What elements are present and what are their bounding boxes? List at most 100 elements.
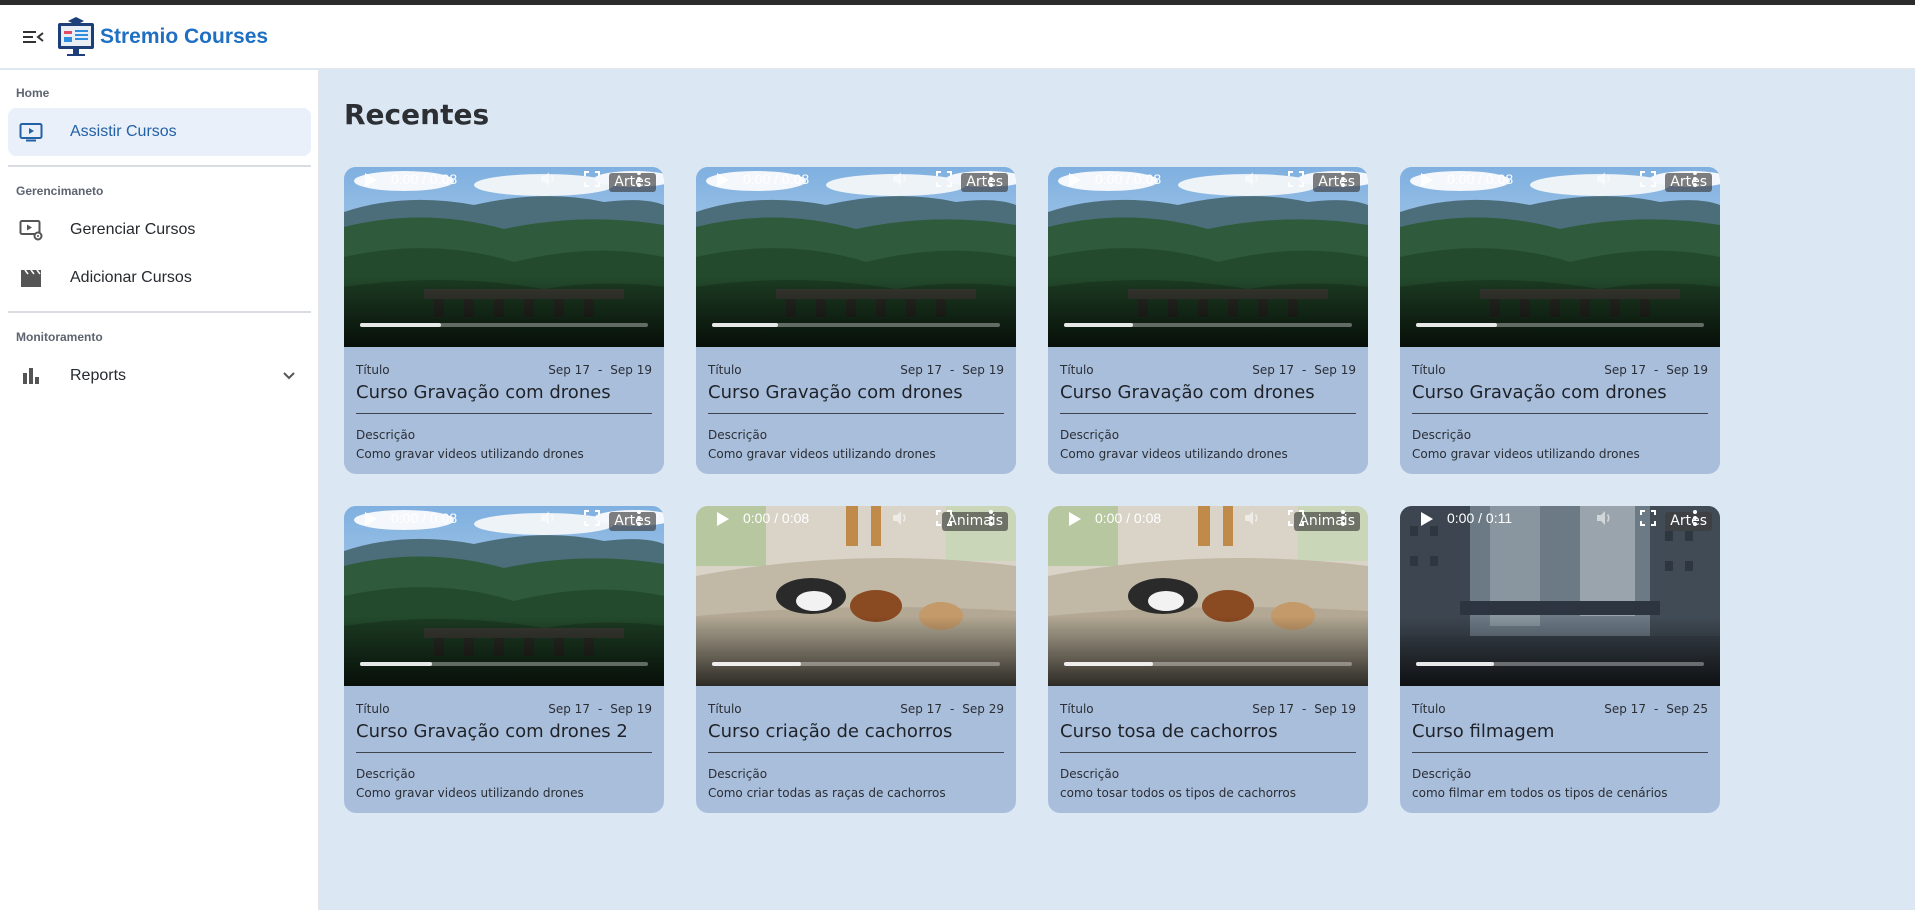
- start-date: Sep 17: [900, 702, 942, 716]
- fullscreen-icon[interactable]: [1640, 510, 1656, 531]
- chevron-down-icon[interactable]: [281, 367, 297, 388]
- video-time: 0:00 / 0:08: [743, 171, 810, 187]
- sidebar-divider: [8, 311, 311, 313]
- play-icon[interactable]: [1068, 172, 1082, 193]
- video-progress-fill: [712, 323, 779, 327]
- volume-icon[interactable]: [891, 170, 909, 193]
- course-card[interactable]: Animais 0:00 / 0:08 Título Sep 17- Sep 19 Cur…: [1048, 506, 1368, 813]
- more-options-icon[interactable]: [1692, 170, 1698, 193]
- video-controls-shade: [344, 616, 664, 686]
- volume-icon[interactable]: [539, 170, 557, 193]
- sidebar-section-home: Home: [16, 86, 50, 100]
- course-description: como tosar todos os tipos de cachorros: [1060, 786, 1297, 800]
- play-icon[interactable]: [364, 511, 378, 532]
- play-icon[interactable]: [1420, 172, 1434, 193]
- more-options-icon[interactable]: [988, 170, 994, 193]
- description-label: Descrição: [1060, 767, 1120, 781]
- video-progress-fill: [1416, 662, 1494, 666]
- more-options-icon[interactable]: [636, 509, 642, 532]
- date-separator: -: [949, 702, 955, 716]
- video-progress-bar[interactable]: [1416, 323, 1704, 327]
- play-icon[interactable]: [1068, 511, 1082, 532]
- play-icon[interactable]: [716, 172, 730, 193]
- sidebar-item-gerenciar-cursos[interactable]: Gerenciar Cursos: [8, 206, 311, 254]
- fullscreen-icon[interactable]: [1640, 171, 1656, 192]
- video-controls-shade: [696, 616, 1016, 686]
- category-badge: Artes: [1665, 173, 1712, 192]
- more-options-icon[interactable]: [1340, 170, 1346, 193]
- fullscreen-icon[interactable]: [1288, 171, 1304, 192]
- video-player[interactable]: Artes 0:00 / 0:08: [696, 167, 1016, 347]
- volume-icon[interactable]: [1595, 170, 1613, 193]
- video-controls-shade: [1048, 616, 1368, 686]
- course-card[interactable]: Artes 0:00 / 0:08 Título Sep 17- Sep 19 Curso…: [1048, 167, 1368, 474]
- video-controls-shade: [1400, 616, 1720, 686]
- course-card[interactable]: Artes 0:00 / 0:08 Título Sep 17- Sep 19 Curso…: [696, 167, 1016, 474]
- date-separator: -: [597, 363, 603, 377]
- fullscreen-icon[interactable]: [936, 510, 952, 531]
- more-options-icon[interactable]: [988, 509, 994, 532]
- video-player[interactable]: Animais 0:00 / 0:08: [1048, 506, 1368, 686]
- play-icon[interactable]: [716, 511, 730, 532]
- course-title: Curso Gravação com drones: [1060, 382, 1315, 403]
- course-card[interactable]: Animais 0:00 / 0:08 Título Sep 17- Sep 29 Cur…: [696, 506, 1016, 813]
- video-player[interactable]: Animais 0:00 / 0:08: [696, 506, 1016, 686]
- menu-collapse-icon[interactable]: [16, 20, 50, 54]
- title-label: Título: [1412, 702, 1446, 716]
- video-progress-bar[interactable]: [360, 662, 648, 666]
- video-player[interactable]: Artes 0:00 / 0:08: [344, 167, 664, 347]
- course-dates: Sep 17- Sep 19: [548, 702, 652, 716]
- fullscreen-icon[interactable]: [584, 171, 600, 192]
- volume-icon[interactable]: [891, 509, 909, 532]
- fullscreen-icon[interactable]: [1288, 510, 1304, 531]
- video-player[interactable]: Artes 0:00 / 0:08: [344, 506, 664, 686]
- sidebar-item-reports[interactable]: Reports: [8, 352, 311, 400]
- description-label: Descrição: [708, 428, 768, 442]
- fullscreen-icon[interactable]: [936, 171, 952, 192]
- video-time: 0:00 / 0:08: [391, 510, 458, 526]
- video-player[interactable]: Artes 0:00 / 0:08: [1400, 167, 1720, 347]
- start-date: Sep 17: [1604, 702, 1646, 716]
- play-icon[interactable]: [1420, 511, 1434, 532]
- volume-icon[interactable]: [1243, 170, 1261, 193]
- sidebar-item-assistir-cursos[interactable]: Assistir Cursos: [8, 108, 311, 156]
- video-player[interactable]: Artes 0:00 / 0:08: [1048, 167, 1368, 347]
- video-progress-bar[interactable]: [360, 323, 648, 327]
- video-progress-bar[interactable]: [1416, 662, 1704, 666]
- course-card[interactable]: Artes 0:00 / 0:11 Título Sep 17- Sep 25 Curso…: [1400, 506, 1720, 813]
- video-progress-bar[interactable]: [1064, 323, 1352, 327]
- start-date: Sep 17: [548, 702, 590, 716]
- end-date: Sep 19: [610, 702, 652, 716]
- course-card[interactable]: Artes 0:00 / 0:08 Título Sep 17- Sep 19 Curso…: [344, 167, 664, 474]
- video-controls-shade: [1048, 277, 1368, 347]
- course-title: Curso Gravação com drones: [1412, 382, 1667, 403]
- more-options-icon[interactable]: [1340, 509, 1346, 532]
- sidebar-item-label: Adicionar Cursos: [70, 269, 192, 286]
- more-options-icon[interactable]: [1692, 509, 1698, 532]
- video-time: 0:00 / 0:08: [1447, 171, 1514, 187]
- more-options-icon[interactable]: [636, 170, 642, 193]
- course-title: Curso filmagem: [1412, 721, 1555, 742]
- fullscreen-icon[interactable]: [584, 510, 600, 531]
- video-player[interactable]: Artes 0:00 / 0:11: [1400, 506, 1720, 686]
- volume-icon[interactable]: [1595, 509, 1613, 532]
- video-progress-bar[interactable]: [712, 323, 1000, 327]
- play-icon[interactable]: [364, 172, 378, 193]
- video-progress-bar[interactable]: [1064, 662, 1352, 666]
- volume-icon[interactable]: [1243, 509, 1261, 532]
- end-date: Sep 25: [1666, 702, 1708, 716]
- course-title: Curso tosa de cachorros: [1060, 721, 1278, 742]
- video-time: 0:00 / 0:08: [743, 510, 810, 526]
- video-progress-bar[interactable]: [712, 662, 1000, 666]
- description-label: Descrição: [356, 428, 416, 442]
- video-progress-fill: [360, 323, 441, 327]
- course-description: Como gravar videos utilizando drones: [356, 447, 584, 461]
- title-label: Título: [1412, 363, 1446, 377]
- course-dates: Sep 17- Sep 25: [1604, 702, 1708, 716]
- sidebar-item-adicionar-cursos[interactable]: Adicionar Cursos: [8, 254, 311, 302]
- volume-icon[interactable]: [539, 509, 557, 532]
- course-card[interactable]: Artes 0:00 / 0:08 Título Sep 17- Sep 19 Curso…: [1400, 167, 1720, 474]
- description-label: Descrição: [1412, 428, 1472, 442]
- end-date: Sep 19: [1314, 702, 1356, 716]
- course-card[interactable]: Artes 0:00 / 0:08 Título Sep 17- Sep 19 Curso…: [344, 506, 664, 813]
